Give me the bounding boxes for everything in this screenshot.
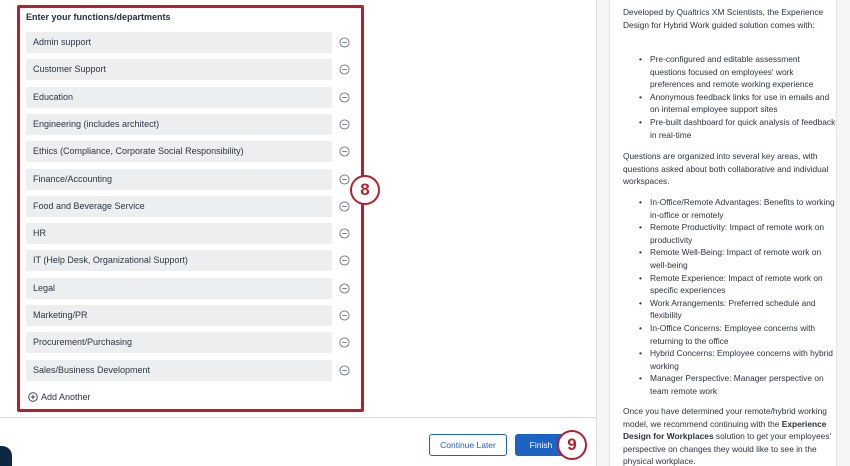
sidebar-card[interactable]: Developed by Qualtrics XM Scientists, th… [609,0,837,466]
feature-item: Pre-built dashboard for quick analysis o… [639,116,836,141]
area-item: Remote Well-Being: Impact of remote work… [639,246,836,271]
area-item: Work Arrangements: Preferred schedule an… [639,297,836,322]
feature-list: Pre-configured and editable assessment q… [639,53,836,141]
step-callout-9: 9 [557,430,587,460]
sidebar-intro: Developed by Qualtrics XM Scientists, th… [623,7,824,30]
closing-text: Once you have determined your remote/hyb… [623,405,835,466]
area-item: Manager Perspective: Manager perspective… [639,372,836,397]
info-sidebar: Developed by Qualtrics XM Scientists, th… [597,0,850,466]
areas-intro: Questions are organized into several key… [623,151,829,187]
area-item: Remote Experience: Impact of remote work… [639,272,836,297]
highlight-box [17,5,364,412]
feature-item: Pre-configured and editable assessment q… [639,53,836,91]
feature-item: Anonymous feedback links for use in emai… [639,91,836,116]
areas-list: In-Office/Remote Advantages: Benefits to… [639,196,836,398]
area-item: In-Office Concerns: Employee concerns wi… [639,322,836,347]
area-item: Hybrid Concerns: Employee concerns with … [639,347,836,372]
area-item: Remote Productivity: Impact of remote wo… [639,221,836,246]
area-item: In-Office/Remote Advantages: Benefits to… [639,196,836,221]
footer-bar [0,417,597,466]
main-panel: Enter your functions/departments Admin s… [0,0,597,466]
step-callout-8: 8 [350,175,380,205]
continue-later-button[interactable]: Continue Later [429,434,507,456]
